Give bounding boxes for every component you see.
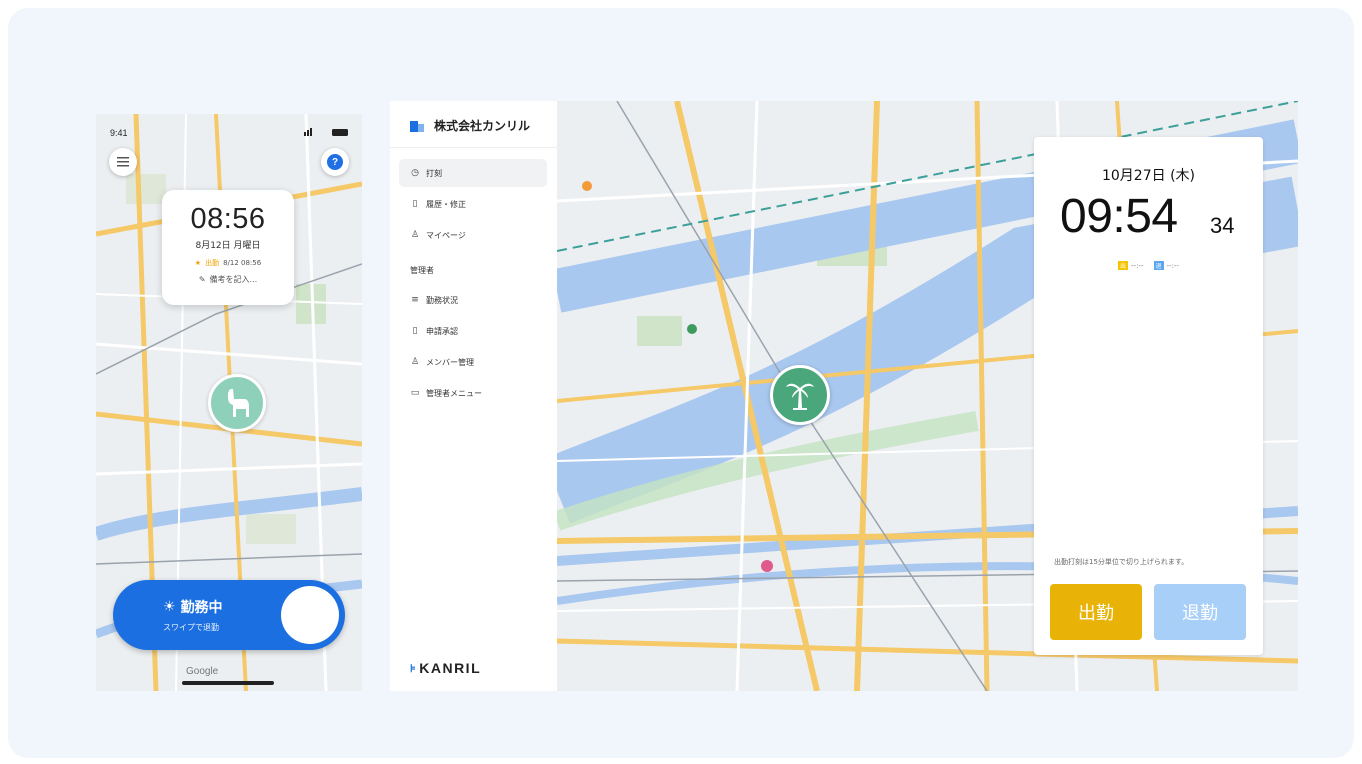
mobile-map-screen[interactable]: 9:41 ? 08:56 8月12日 月曜日 ★ 出勤 8/12 08:56 ✎…	[96, 114, 362, 691]
nav-work-status[interactable]: ≡ 勤務状況	[399, 286, 547, 314]
punch-panel: 10月27日 (木) 09:54 34 出 --:-- 退 --:-- 出勤打刻は1…	[1034, 137, 1263, 655]
building-icon	[410, 121, 424, 132]
nav-label: 打刻	[426, 168, 442, 178]
nav-label: 履歴・修正	[426, 199, 466, 209]
divider	[390, 147, 557, 148]
nav-admin-menu[interactable]: ▭ 管理者メニュー	[399, 379, 547, 407]
clock-icon: ◷	[411, 168, 419, 178]
panel-date: 10月27日 (木)	[1101, 168, 1195, 184]
home-indicator	[182, 681, 274, 685]
memo-link[interactable]: ✎ 備考を記入...	[162, 274, 294, 285]
company-name: 株式会社カンリル	[434, 119, 531, 133]
work-status: ☀ 勤務中	[163, 597, 223, 617]
nav-mypage[interactable]: ♙ マイページ	[399, 221, 547, 249]
nav-history[interactable]: ▯ 履歴・修正	[399, 190, 547, 218]
list-icon: ≡	[411, 295, 419, 305]
nav-members[interactable]: ♙ メンバー管理	[399, 348, 547, 376]
admin-section-label: 管理者	[410, 266, 434, 275]
nav-label: 申請承認	[426, 326, 458, 336]
company-header: 株式会社カンリル	[410, 117, 530, 134]
memo-label: 備考を記入...	[209, 275, 258, 284]
clock-in-button[interactable]: 出勤	[1050, 584, 1142, 640]
nav-label: 勤務状況	[426, 295, 458, 305]
clock-out-badge: 退	[1153, 261, 1164, 270]
kanril-logo: ⊧ KANRIL	[410, 660, 481, 676]
brand-name: KANRIL	[419, 660, 482, 676]
menu-button[interactable]	[109, 148, 137, 176]
swipe-knob[interactable]	[281, 586, 339, 644]
panel-time: 09:54	[1060, 190, 1178, 243]
nav-label: メンバー管理	[426, 357, 474, 367]
punch-time: 8/12 08:56	[223, 259, 262, 267]
current-date: 8月12日 月曜日	[195, 241, 261, 251]
work-status-label: 勤務中	[180, 600, 223, 616]
clock-in-status: 出 --:--	[1118, 261, 1144, 270]
google-logo: Google	[186, 666, 219, 677]
nav-label: マイページ	[426, 230, 466, 240]
punch-label: 出勤	[205, 259, 220, 267]
nav-approval[interactable]: ▯ 申請承認	[399, 317, 547, 345]
clock-out-status: 退 --:--	[1153, 261, 1179, 270]
pencil-icon: ✎	[198, 275, 206, 284]
logo-mark-icon: ⊧	[410, 662, 418, 675]
document-icon: ▯	[412, 326, 418, 336]
status-time: 9:41	[110, 128, 128, 138]
clock-card: 08:56 8月12日 月曜日 ★ 出勤 8/12 08:56 ✎ 備考を記入.…	[162, 190, 294, 305]
swipe-clock-out-slider[interactable]: ☀ 勤務中 スワイプで退勤	[113, 580, 345, 650]
nav-label: 管理者メニュー	[426, 388, 482, 398]
nav-punch[interactable]: ◷ 打刻	[399, 159, 547, 187]
sun-icon: ☀	[163, 599, 176, 615]
clock-out-time: --:--	[1166, 262, 1179, 270]
person-icon: ♙	[410, 230, 420, 240]
punch-record: ★ 出勤 8/12 08:56	[162, 258, 294, 268]
panel-seconds: 34	[1210, 213, 1235, 238]
help-button[interactable]: ?	[321, 148, 349, 176]
people-icon: ♙	[410, 357, 420, 367]
office-location-pin[interactable]	[770, 365, 830, 425]
hamburger-icon	[117, 157, 129, 167]
rounding-note: 出勤打刻は15分単位で切り上げられます。	[1054, 558, 1189, 566]
swipe-text: ☀ 勤務中 スワイプで退勤	[163, 597, 223, 633]
swipe-hint: スワイプで退勤	[163, 623, 219, 632]
palm-tree-icon	[786, 383, 814, 410]
current-time: 08:56	[190, 203, 266, 235]
user-location-pin[interactable]	[208, 374, 266, 432]
help-icon: ?	[327, 154, 343, 170]
sidebar: 株式会社カンリル ◷ 打刻 ▯ 履歴・修正 ♙ マイページ 管理者 ≡ 勤務状況…	[390, 101, 557, 691]
document-icon: ▯	[412, 199, 418, 209]
tablet-icon: ▭	[410, 388, 420, 398]
clock-in-time: --:--	[1131, 262, 1144, 270]
alpaca-icon	[228, 389, 249, 417]
status-icons	[304, 128, 348, 136]
punch-star-icon: ★	[194, 259, 202, 267]
punch-status: 出 --:-- 退 --:--	[1034, 261, 1263, 270]
clock-out-button[interactable]: 退勤	[1154, 584, 1246, 640]
clock-in-badge: 出	[1118, 261, 1129, 270]
